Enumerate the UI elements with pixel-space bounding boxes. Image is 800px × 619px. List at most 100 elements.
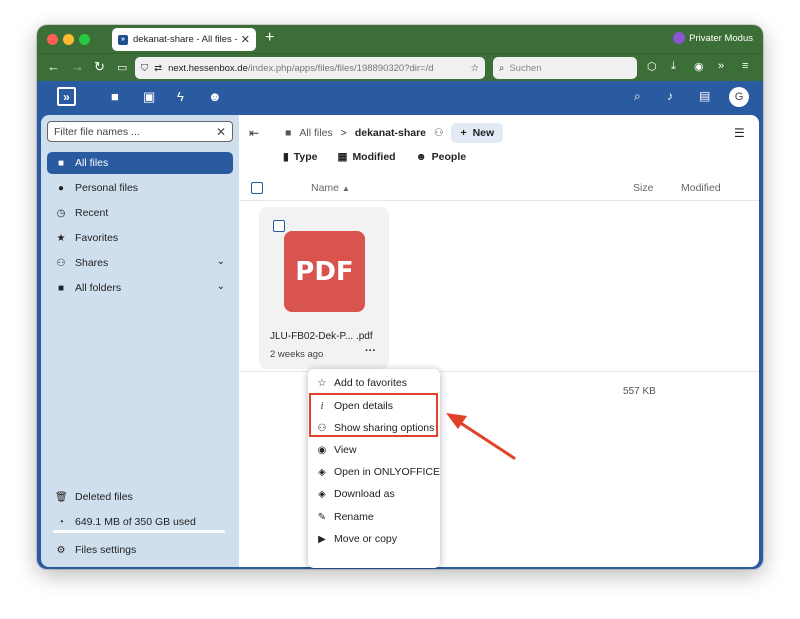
- sidebar-item-label: Recent: [75, 207, 109, 219]
- overflow-chevron-icon[interactable]: »: [718, 60, 724, 72]
- menu-download-as[interactable]: ◈ Download as: [308, 483, 440, 505]
- app-header: » ■ ▣ ϟ ☻ ⌕ ♪ ▤ G: [37, 81, 763, 113]
- new-button[interactable]: + New: [451, 123, 504, 143]
- person-icon: ●: [57, 182, 65, 194]
- chevron-down-icon[interactable]: ⌄: [217, 281, 225, 292]
- extensions-icon[interactable]: ⬡: [647, 60, 657, 73]
- menu-view[interactable]: ◉ View: [308, 439, 440, 461]
- file-name[interactable]: JLU-FB02-Dek-P... .pdf: [270, 331, 373, 342]
- hessenbox-logo-icon[interactable]: »: [57, 87, 76, 106]
- highlight-annotation-box: [309, 393, 438, 437]
- contacts-app-icon[interactable]: ☻: [208, 89, 222, 104]
- close-window-button[interactable]: [47, 34, 58, 45]
- url-bar[interactable]: ⛉ ⇄ next.hessenbox.de /index.php/apps/fi…: [135, 57, 485, 79]
- reader-view-icon[interactable]: ▭: [117, 61, 127, 74]
- sidebar-item-shares[interactable]: ⚇ Shares ⌄: [47, 252, 233, 274]
- file-modified-date: 2 weeks ago: [270, 349, 324, 360]
- sidebar-item-deleted-files[interactable]: 🗑 Deleted files: [47, 486, 233, 508]
- shield-icon[interactable]: ⛉: [141, 63, 148, 74]
- sidebar-item-label: Favorites: [75, 232, 119, 244]
- filter-people-label: People: [431, 151, 467, 163]
- forward-arrow-icon[interactable]: →: [71, 59, 84, 74]
- clear-filter-icon[interactable]: ✕: [216, 125, 226, 139]
- new-tab-button[interactable]: +: [265, 29, 274, 47]
- sidebar-item-recent[interactable]: ◷ Recent: [47, 202, 233, 224]
- sidebar-item-all-files[interactable]: ■ All files: [47, 152, 233, 174]
- quota-progress-bar: [53, 530, 225, 533]
- sort-by-modified[interactable]: Modified: [681, 182, 721, 194]
- back-arrow-icon[interactable]: ←: [47, 59, 60, 74]
- menu-add-to-favorites[interactable]: ☆ Add to favorites: [308, 372, 440, 394]
- layers-icon: ◈: [318, 488, 326, 500]
- toggle-sidebar-icon[interactable]: ⇤: [249, 126, 259, 140]
- files-app-icon[interactable]: ■: [111, 89, 119, 104]
- sort-by-name[interactable]: Name ▲: [311, 182, 350, 194]
- menu-hamburger-icon[interactable]: ≡: [742, 60, 748, 72]
- browser-toolbar: ← → ↻ ▭ ⛉ ⇄ next.hessenbox.de /index.php…: [37, 53, 763, 81]
- menu-rename[interactable]: ✎ Rename: [308, 506, 440, 528]
- permissions-icon[interactable]: ⇄: [154, 63, 162, 74]
- filter-file-names-input[interactable]: Filter file names ... ✕: [47, 121, 233, 142]
- chevron-down-icon[interactable]: ⌄: [217, 256, 225, 267]
- files-sidebar: Filter file names ... ✕ ■ All files ● Pe…: [41, 115, 239, 567]
- sidebar-item-files-settings[interactable]: ⚙ Files settings: [47, 539, 233, 561]
- filter-people[interactable]: ☻ People: [416, 151, 467, 163]
- contacts-menu-icon[interactable]: ▤: [699, 89, 710, 103]
- sidebar-item-personal-files[interactable]: ● Personal files: [47, 177, 233, 199]
- filter-type-label: Type: [293, 151, 318, 163]
- activity-app-icon[interactable]: ϟ: [177, 89, 184, 104]
- download-icon[interactable]: ⤓: [671, 60, 676, 73]
- sidebar-item-label: All files: [75, 157, 109, 169]
- folder-icon: ■: [57, 282, 65, 294]
- select-all-checkbox[interactable]: [251, 182, 263, 194]
- photos-app-icon[interactable]: ▣: [143, 89, 155, 105]
- history-icon: ◷: [56, 207, 66, 219]
- file-checkbox[interactable]: [273, 220, 285, 232]
- search-bar[interactable]: ⌕ Suchen: [493, 57, 637, 79]
- sort-by-size[interactable]: Size: [633, 182, 653, 194]
- share-folder-icon[interactable]: ⚇: [434, 127, 443, 139]
- file-actions-menu-icon[interactable]: ···: [365, 345, 376, 357]
- filter-type[interactable]: ▮ Type: [283, 151, 318, 163]
- new-button-label: New: [472, 127, 495, 139]
- user-avatar[interactable]: G: [729, 87, 749, 107]
- minimize-window-button[interactable]: [63, 34, 74, 45]
- zoom-window-button[interactable]: [79, 34, 90, 45]
- eye-icon: ◉: [317, 444, 327, 456]
- file-list-header: Name ▲ Size Modified: [239, 175, 759, 201]
- sidebar-item-label: Deleted files: [75, 491, 133, 503]
- trash-icon: 🗑: [55, 491, 68, 503]
- menu-item-label: Download as: [334, 488, 395, 500]
- share-icon: ⚇: [56, 257, 66, 269]
- breadcrumb: ⇤ ■ All files > dekanat-share ⚇ + New: [249, 122, 504, 144]
- menu-move-or-copy[interactable]: ▶ Move or copy: [308, 528, 440, 550]
- url-path: /index.php/apps/files/files/198890320?di…: [247, 62, 434, 74]
- filter-modified[interactable]: ▦ Modified: [338, 151, 396, 163]
- file-tile[interactable]: PDF JLU-FB02-Dek-P... .pdf 2 weeks ago ·…: [259, 207, 389, 369]
- menu-item-label: View: [334, 444, 357, 456]
- calendar-icon: ▦: [337, 151, 348, 163]
- list-view-icon[interactable]: ☰: [734, 126, 745, 140]
- quota-label: 649.1 MB of 350 GB used: [75, 516, 196, 528]
- people-icon: ☻: [415, 151, 427, 163]
- star-icon: ☆: [317, 377, 327, 389]
- tab-close-icon[interactable]: ✕: [241, 33, 250, 46]
- sidebar-item-all-folders[interactable]: ■ All folders ⌄: [47, 277, 233, 299]
- private-mode-indicator: Privater Modus: [673, 32, 753, 44]
- notifications-bell-icon[interactable]: ♪: [667, 89, 673, 103]
- menu-item-label: Move or copy: [334, 533, 398, 545]
- sidebar-item-label: Personal files: [75, 182, 139, 194]
- breadcrumb-all-files[interactable]: All files: [299, 127, 332, 139]
- breadcrumb-current[interactable]: dekanat-share: [355, 127, 426, 139]
- browser-tab[interactable]: » dekanat-share - All files - Files ✕: [112, 28, 256, 51]
- filter-placeholder: Filter file names ...: [54, 125, 140, 138]
- reload-icon[interactable]: ↻: [94, 59, 105, 75]
- search-icon: ⌕: [499, 62, 505, 74]
- menu-open-in-onlyoffice[interactable]: ◈ Open in ONLYOFFICE: [308, 461, 440, 483]
- profile-icon[interactable]: ◉: [694, 60, 704, 73]
- sidebar-item-favorites[interactable]: ★ Favorites: [47, 227, 233, 249]
- unified-search-icon[interactable]: ⌕: [634, 89, 641, 104]
- search-placeholder: Suchen: [509, 62, 542, 74]
- plus-icon: +: [460, 127, 467, 139]
- bookmark-star-icon[interactable]: ☆: [470, 63, 479, 74]
